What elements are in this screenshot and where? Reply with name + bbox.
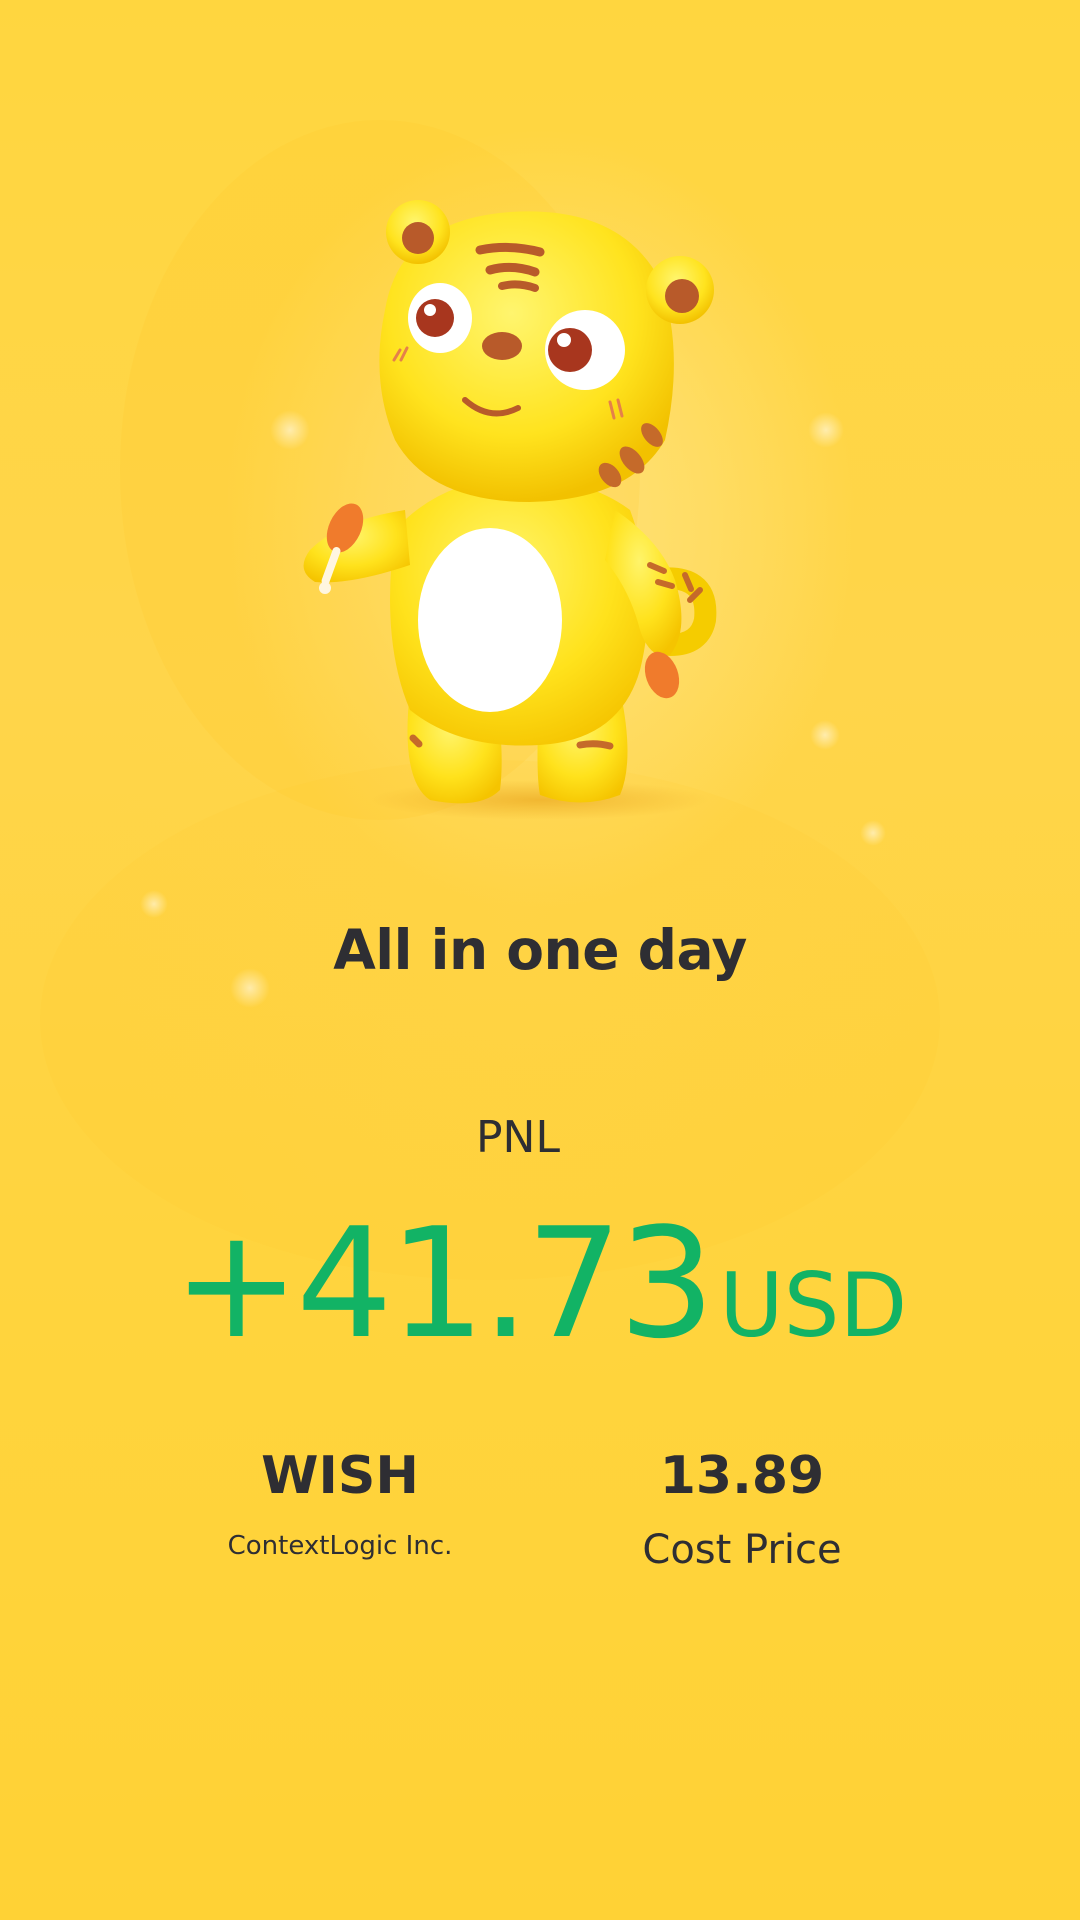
tiger-mascot-icon	[303, 200, 717, 820]
pnl-amount: +41.73USD	[0, 1208, 1080, 1360]
pnl-value: +41.73	[172, 1195, 716, 1372]
cost-price-label: Cost Price	[642, 1527, 842, 1574]
stock-ticker: WISH	[261, 1446, 419, 1506]
cost-info: 13.89 Cost Price	[592, 1446, 892, 1574]
sparkle	[140, 890, 168, 918]
pnl-label: PNL	[476, 1112, 560, 1163]
sparkle	[810, 720, 840, 750]
cost-price-value: 13.89	[659, 1446, 825, 1506]
headline: All in one day	[333, 918, 747, 982]
sparkle	[808, 412, 844, 448]
pnl-currency: USD	[719, 1254, 908, 1357]
sparkle	[860, 820, 886, 846]
company-name: ContextLogic Inc.	[227, 1531, 453, 1562]
stock-info: WISH ContextLogic Inc.	[190, 1446, 490, 1562]
